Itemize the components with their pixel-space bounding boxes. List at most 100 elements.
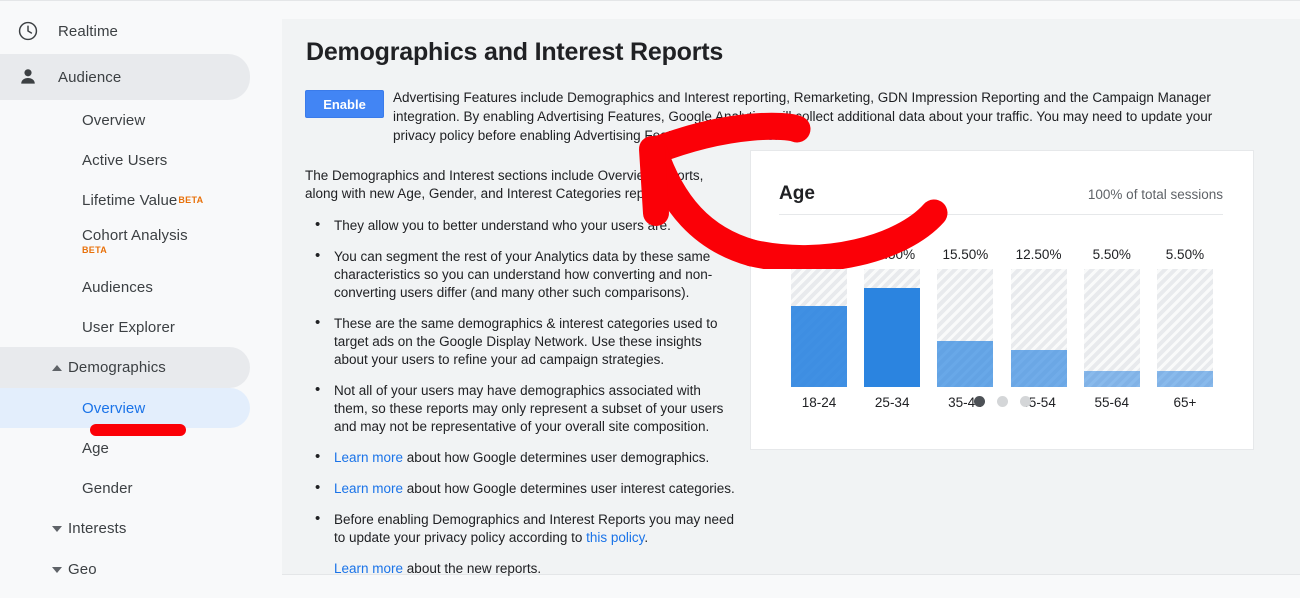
sidebar-item-label: Geo [68, 561, 97, 578]
list-item: They allow you to better understand who … [305, 217, 735, 235]
bar-fill [791, 306, 847, 387]
sidebar-item-interests[interactable]: Interests [0, 508, 250, 549]
sidebar: Realtime Audience Overview Active Users … [0, 0, 282, 598]
chart-subtitle: 100% of total sessions [1088, 187, 1223, 202]
sidebar-item-label: Active Users [82, 152, 167, 169]
sidebar-item-label: Cohort Analysis [82, 227, 188, 244]
bar-track [864, 269, 920, 387]
bar-column: 33.50%25-34 [864, 247, 920, 410]
sidebar-item-label: Audiences [82, 279, 153, 296]
bar-value-label: 27.50% [796, 247, 842, 262]
sidebar-item-demographics-overview[interactable]: Overview [0, 388, 250, 428]
age-chart-card: Age 100% of total sessions 27.50%18-24 33… [750, 150, 1254, 450]
top-divider [0, 0, 1300, 1]
bar-fill [1011, 350, 1067, 387]
sidebar-item-user-explorer[interactable]: User Explorer [0, 307, 250, 347]
bar-column: 5.50%55-64 [1084, 247, 1140, 410]
sidebar-item-active-users[interactable]: Active Users [0, 140, 250, 180]
list-item: Before enabling Demographics and Interes… [305, 511, 735, 547]
beta-badge: BETA [82, 245, 107, 255]
carousel-dot[interactable] [974, 396, 985, 407]
bar-value-label: 5.50% [1166, 247, 1204, 262]
list-item-text-after: . [644, 530, 648, 545]
enable-description-text: Advertising Features include Demographic… [393, 90, 1212, 143]
report-panel: Demographics and Interest Reports Enable… [282, 19, 1300, 575]
enable-button[interactable]: Enable [305, 90, 384, 118]
sidebar-item-audiences[interactable]: Audiences [0, 267, 250, 307]
learn-more-link[interactable]: Learn more [334, 481, 403, 496]
page-title: Demographics and Interest Reports [306, 38, 723, 67]
sidebar-item-label: User Explorer [82, 319, 175, 336]
person-icon [16, 65, 40, 89]
bar-fill [937, 341, 993, 387]
carousel-dot[interactable] [1020, 396, 1031, 407]
list-item: Learn more about how Google determines u… [305, 480, 735, 498]
bar-column: 15.50%35-44 [937, 247, 993, 410]
chevron-down-icon [52, 526, 62, 532]
chevron-up-icon [52, 365, 62, 371]
list-item-text: These are the same demographics & intere… [334, 316, 717, 367]
bar-track [1011, 269, 1067, 387]
report-description: The Demographics and Interest sections i… [305, 167, 735, 578]
sidebar-item-lifetime-value[interactable]: Lifetime ValueBETA [0, 180, 250, 220]
sidebar-item-cohort-analysis[interactable]: Cohort Analysis BETA [0, 220, 250, 267]
learn-more-link[interactable]: Learn More. [705, 128, 778, 143]
list-item-text: about how Google determines user demogra… [403, 450, 709, 465]
sidebar-item-label: Realtime [58, 23, 118, 40]
list-item-text: You can segment the rest of your Analyti… [334, 249, 712, 300]
benefit-list: They allow you to better understand who … [305, 217, 735, 547]
beta-badge: BETA [178, 195, 203, 205]
sidebar-item-label: Audience [58, 69, 121, 86]
sidebar-item-label: Lifetime Value [82, 192, 177, 209]
age-bar-chart: 27.50%18-24 33.50%25-34 15.50%35-44 12.50%4… [791, 247, 1213, 410]
this-policy-link[interactable]: this policy [586, 530, 644, 545]
carousel-dots [751, 396, 1253, 407]
bar-track [791, 269, 847, 387]
list-item: You can segment the rest of your Analyti… [305, 248, 735, 302]
bar-track [937, 269, 993, 387]
sidebar-item-label: Overview [82, 112, 145, 129]
bar-fill [1084, 371, 1140, 387]
bar-value-label: 15.50% [942, 247, 988, 262]
intro-paragraph: The Demographics and Interest sections i… [305, 167, 735, 203]
learn-more-link[interactable]: Learn more [334, 561, 403, 576]
bar-value-label: 5.50% [1093, 247, 1131, 262]
sidebar-item-realtime[interactable]: Realtime [0, 8, 250, 54]
sidebar-item-overview[interactable]: Overview [0, 100, 250, 140]
list-item-text: Before enabling Demographics and Interes… [334, 512, 734, 545]
sidebar-item-label: Demographics [68, 359, 166, 376]
chevron-down-icon [52, 567, 62, 573]
learn-more-link[interactable]: Learn more [334, 450, 403, 465]
bar-value-label: 12.50% [1016, 247, 1062, 262]
list-item: Learn more about how Google determines u… [305, 449, 735, 467]
list-item-text: about how Google determines user interes… [403, 481, 735, 496]
bar-track [1084, 269, 1140, 387]
sidebar-item-demographics[interactable]: Demographics [0, 347, 250, 388]
bar-column: 27.50%18-24 [791, 247, 847, 410]
carousel-dot[interactable] [997, 396, 1008, 407]
bar-track [1157, 269, 1213, 387]
clock-icon [16, 19, 40, 43]
sidebar-item-audience[interactable]: Audience [0, 54, 250, 100]
analytics-screen: Realtime Audience Overview Active Users … [0, 0, 1300, 598]
footer-line: Learn more about the new reports. [305, 560, 735, 578]
chart-title: Age [779, 183, 815, 205]
bar-fill [1157, 371, 1213, 387]
red-underline-annotation [90, 424, 186, 436]
list-item-text: They allow you to better understand who … [334, 218, 671, 233]
sidebar-item-label: Overview [82, 400, 145, 417]
list-item: Not all of your users may have demograph… [305, 382, 735, 436]
list-item-text: Not all of your users may have demograph… [334, 383, 723, 434]
enable-description: Advertising Features include Demographic… [393, 88, 1253, 145]
sidebar-item-geo[interactable]: Geo [0, 549, 250, 590]
sidebar-item-label: Gender [82, 480, 133, 497]
chart-header: Age 100% of total sessions [779, 183, 1223, 215]
sidebar-item-gender[interactable]: Gender [0, 468, 250, 508]
bar-column: 5.50%65+ [1157, 247, 1213, 410]
bar-fill [864, 288, 920, 387]
bar-value-label: 33.50% [869, 247, 915, 262]
main-content: Demographics and Interest Reports Enable… [282, 0, 1300, 598]
bar-column: 12.50%45-54 [1011, 247, 1067, 410]
footer-text: about the new reports. [403, 561, 541, 576]
sidebar-item-label: Age [82, 440, 109, 457]
